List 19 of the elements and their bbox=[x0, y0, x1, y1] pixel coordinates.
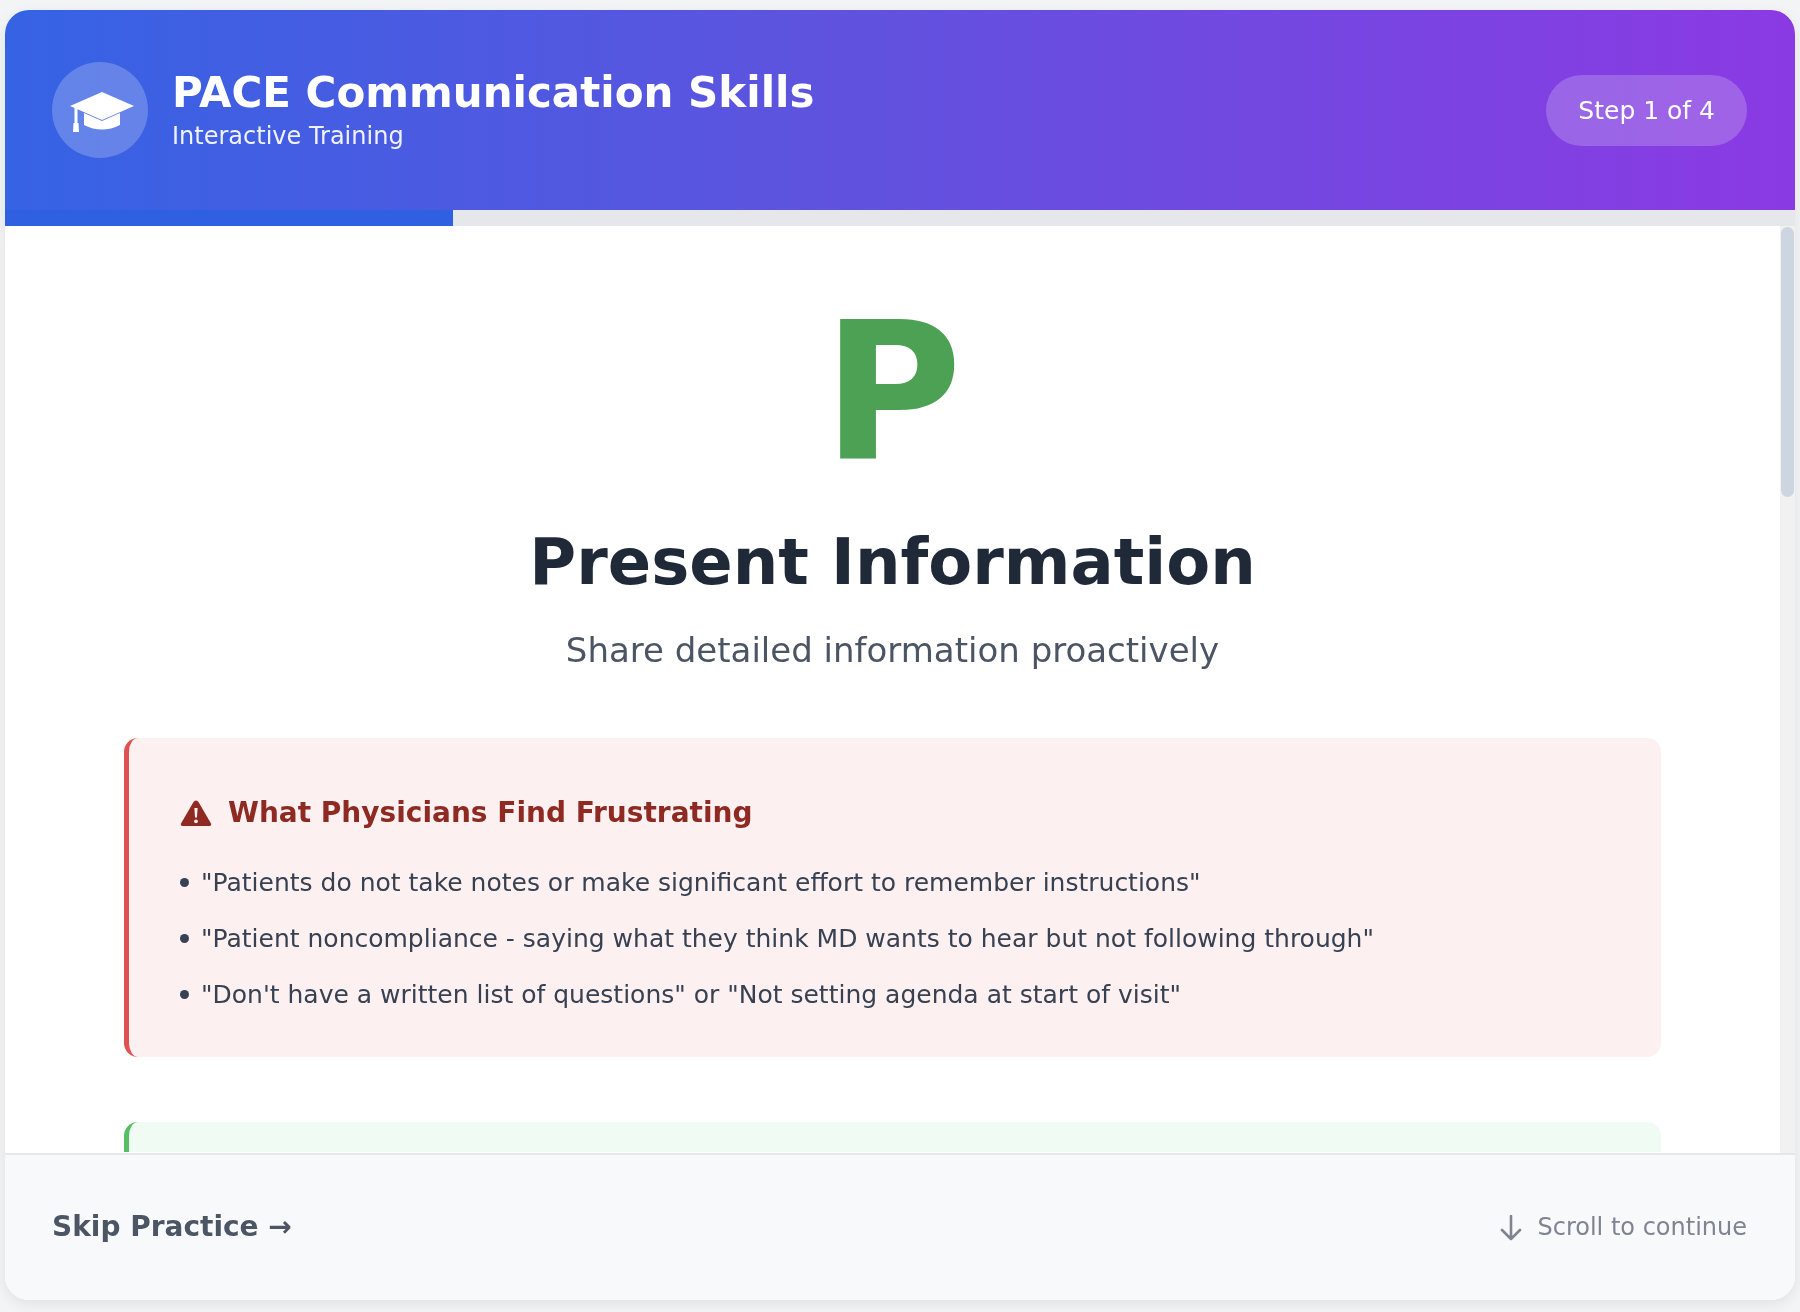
arrow-down-icon bbox=[1499, 1214, 1522, 1241]
quote-text: "Patient noncompliance - saying what they think MD wants to hear but not following through" bbox=[201, 923, 1374, 956]
panel-heading: What Physicians Find Frustrating bbox=[228, 795, 753, 831]
skip-practice-button[interactable]: Skip Practice → bbox=[52, 1209, 292, 1246]
app-subtitle: Interactive Training bbox=[172, 120, 404, 152]
step-badge: Step 1 of 4 bbox=[1546, 74, 1747, 146]
scroll-hint: Scroll to continue bbox=[1537, 1211, 1747, 1243]
step-letter: P bbox=[822, 298, 963, 488]
quote-text: "Patients do not take notes or make significant effort to remember instructions" bbox=[201, 867, 1201, 900]
bullet-icon bbox=[180, 990, 189, 1000]
bullet-icon bbox=[180, 878, 189, 888]
quote-text: "Don't have a written list of questions" or "Not setting agenda at start of visit" bbox=[201, 979, 1181, 1012]
warning-icon bbox=[180, 799, 212, 828]
step-subtitle: Share detailed information proactively bbox=[565, 628, 1220, 672]
scrollbar-thumb[interactable] bbox=[1781, 227, 1794, 497]
app-title: PACE Communication Skills bbox=[172, 68, 815, 119]
graduation-cap-icon bbox=[52, 62, 148, 158]
bullet-icon bbox=[180, 934, 189, 944]
step-title: Present Information bbox=[529, 524, 1256, 601]
